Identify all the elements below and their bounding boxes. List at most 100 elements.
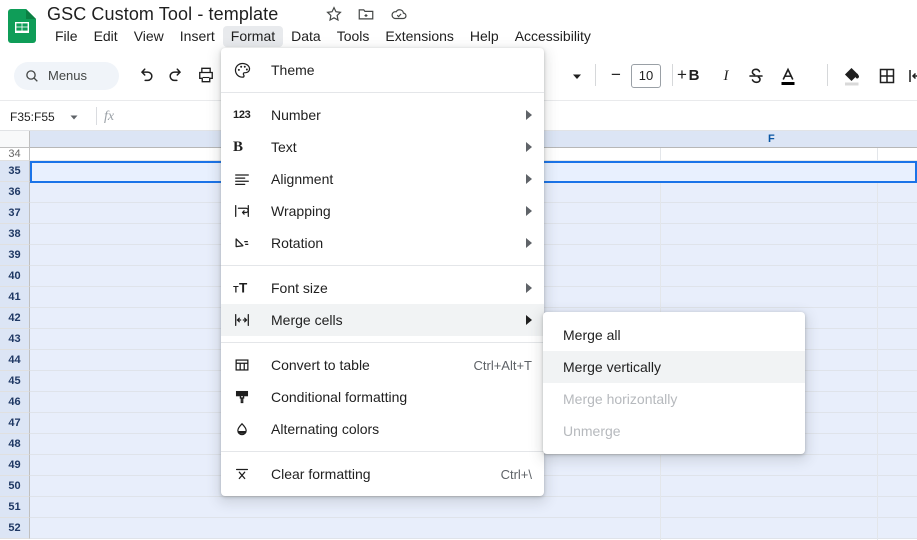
grid-row[interactable] <box>30 497 917 518</box>
row-header-47[interactable]: 47 <box>0 413 30 434</box>
search-icon <box>24 68 40 84</box>
menu-help[interactable]: Help <box>462 26 507 47</box>
text-color-icon[interactable] <box>776 63 800 89</box>
column-header-f[interactable]: F <box>768 133 775 145</box>
row-header-39[interactable]: 39 <box>0 245 30 266</box>
submenu-item-merge-vertically[interactable]: Merge vertically <box>543 351 805 383</box>
table-icon <box>233 355 259 375</box>
menu-edit[interactable]: Edit <box>86 26 126 47</box>
redo-icon[interactable] <box>166 65 188 87</box>
submenu-arrow-icon <box>526 110 532 120</box>
row-header-50[interactable]: 50 <box>0 476 30 497</box>
print-icon[interactable] <box>196 65 218 87</box>
row-header-40[interactable]: 40 <box>0 266 30 287</box>
format-menu-item-alternating-colors[interactable]: Alternating colors <box>221 413 544 445</box>
font-size-decrease-button[interactable]: − <box>606 65 626 85</box>
svg-text:T: T <box>239 281 248 296</box>
bold-button[interactable]: B <box>682 64 706 88</box>
strikethrough-icon[interactable] <box>744 63 768 89</box>
zoom-dropdown-caret-icon[interactable] <box>570 70 584 82</box>
menu-data[interactable]: Data <box>283 26 329 47</box>
submenu-arrow-icon <box>526 142 532 152</box>
merge-cells-icon <box>233 310 259 330</box>
clear-formatting-icon <box>233 464 259 484</box>
number-123-icon: 123 <box>233 109 251 121</box>
format-menu-item-convert-to-table[interactable]: Convert to table Ctrl+Alt+T <box>221 349 544 381</box>
row-header-38[interactable]: 38 <box>0 224 30 245</box>
submenu-item-merge-all[interactable]: Merge all <box>543 319 805 351</box>
menu-insert[interactable]: Insert <box>172 26 223 47</box>
row-header-42[interactable]: 42 <box>0 308 30 329</box>
grid-row[interactable] <box>30 518 917 539</box>
search-menus-button[interactable]: Menus <box>14 62 119 90</box>
format-menu-item-conditional-formatting[interactable]: Conditional formatting <box>221 381 544 413</box>
row-header-44[interactable]: 44 <box>0 350 30 371</box>
format-menu-label: Convert to table <box>271 357 370 373</box>
cloud-saved-icon[interactable] <box>390 5 410 25</box>
menu-divider <box>221 342 544 343</box>
document-title[interactable]: GSC Custom Tool - template <box>47 2 278 26</box>
google-sheets-window: GSC Custom Tool - template File Edit Vie… <box>0 0 917 540</box>
row-header-49[interactable]: 49 <box>0 455 30 476</box>
merge-cells-toolbar-icon[interactable] <box>906 63 917 89</box>
row-header-46[interactable]: 46 <box>0 392 30 413</box>
google-sheets-logo[interactable] <box>8 9 36 43</box>
menu-bar: File Edit View Insert Format Data Tools … <box>47 26 599 47</box>
format-menu-label: Wrapping <box>271 203 331 219</box>
row-headers: 34 35 36 37 38 39 40 41 42 43 44 45 46 47 48 49 50 51 52 <box>0 148 30 539</box>
format-menu-label: Clear formatting <box>271 466 371 482</box>
format-menu-item-font-size[interactable]: T T Font size <box>221 272 544 304</box>
font-size-input[interactable]: 10 <box>631 64 661 88</box>
submenu-item-unmerge: Unmerge <box>563 423 621 439</box>
menu-accessibility[interactable]: Accessibility <box>507 26 599 47</box>
undo-icon[interactable] <box>136 65 158 87</box>
format-menu-label: Rotation <box>271 235 324 251</box>
menu-extensions[interactable]: Extensions <box>377 26 461 47</box>
row-header-36[interactable]: 36 <box>0 182 30 203</box>
format-menu-item-text[interactable]: B Text <box>221 131 544 163</box>
row-header-52[interactable]: 52 <box>0 518 30 539</box>
format-menu-item-number[interactable]: 123 Number <box>221 99 544 131</box>
format-menu-shortcut: Ctrl+Alt+T <box>473 357 532 373</box>
font-size-icon: T T <box>233 278 259 298</box>
borders-icon[interactable] <box>875 63 899 89</box>
format-menu-label: Alternating colors <box>271 421 380 437</box>
submenu-item-merge-horizontally: Merge horizontally <box>563 391 678 407</box>
row-header-41[interactable]: 41 <box>0 287 30 308</box>
row-header-43[interactable]: 43 <box>0 329 30 350</box>
format-menu-item-wrapping[interactable]: Wrapping <box>221 195 544 227</box>
toolbar-divider <box>595 64 596 86</box>
menu-tools[interactable]: Tools <box>329 26 378 47</box>
menu-format[interactable]: Format <box>222 26 284 47</box>
fill-color-icon[interactable] <box>840 63 864 89</box>
row-header-45[interactable]: 45 <box>0 371 30 392</box>
select-all-corner[interactable] <box>0 131 30 148</box>
format-menu-label: Number <box>271 107 321 123</box>
menu-view[interactable]: View <box>126 26 172 47</box>
name-box-caret-icon[interactable] <box>69 112 79 122</box>
format-menu-label: Theme <box>271 62 315 78</box>
move-to-folder-icon[interactable] <box>357 5 377 25</box>
format-menu-label: Conditional formatting <box>271 389 408 405</box>
format-menu-item-rotation[interactable]: Rotation <box>221 227 544 259</box>
text-rotation-icon <box>233 233 259 253</box>
menu-file[interactable]: File <box>47 26 86 47</box>
row-header-51[interactable]: 51 <box>0 497 30 518</box>
format-menu-item-merge-cells[interactable]: Merge cells <box>221 304 544 336</box>
formula-bar-divider <box>96 107 97 125</box>
format-menu-item-alignment[interactable]: Alignment <box>221 163 544 195</box>
menu-divider <box>221 265 544 266</box>
row-header-35[interactable]: 35 <box>0 161 30 182</box>
row-header-37[interactable]: 37 <box>0 203 30 224</box>
star-icon[interactable] <box>325 5 345 25</box>
toolbar-divider <box>827 64 828 86</box>
format-menu-item-theme[interactable]: Theme <box>221 54 544 86</box>
submenu-arrow-icon <box>526 238 532 248</box>
toolbar-divider <box>672 64 673 86</box>
format-menu-label: Alignment <box>271 171 334 187</box>
row-header-34[interactable]: 34 <box>0 148 30 161</box>
format-menu-label: Font size <box>271 280 328 296</box>
italic-button[interactable]: I <box>714 64 738 88</box>
row-header-48[interactable]: 48 <box>0 434 30 455</box>
format-menu-item-clear-formatting[interactable]: Clear formatting Ctrl+\ <box>221 458 544 490</box>
